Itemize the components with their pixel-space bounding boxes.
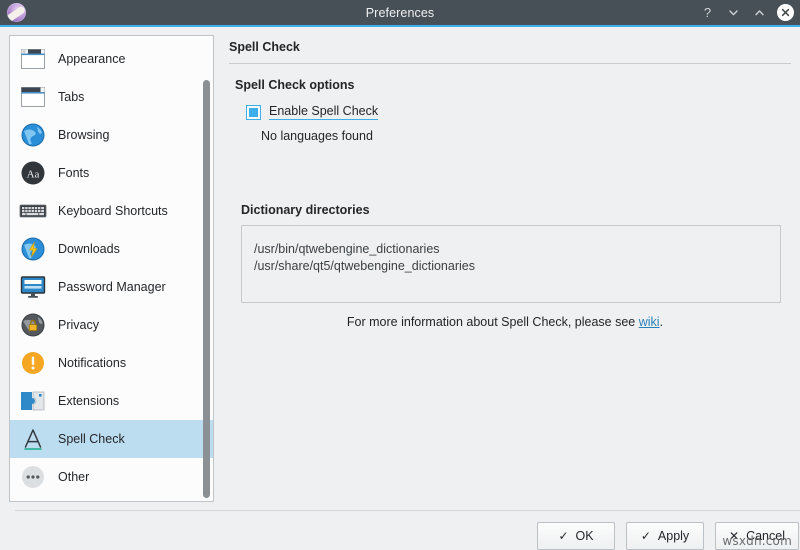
sidebar-item-label: Password Manager — [58, 280, 166, 294]
ok-button-label: OK — [576, 529, 594, 543]
sidebar-item-extensions[interactable]: Extensions — [10, 382, 213, 420]
sidebar-item-label: Other — [58, 470, 89, 484]
dialog-footer: ✓ OK ✓ Apply ✕ Cancel — [0, 510, 800, 550]
sidebar-item-fonts[interactable]: Aa Fonts — [10, 154, 213, 192]
globe-download-icon — [19, 235, 47, 263]
settings-panel: Spell Check Spell Check options Enable S… — [214, 35, 791, 502]
close-icon — [777, 4, 794, 21]
check-icon: ✓ — [641, 530, 651, 542]
info-line: For more information about Spell Check, … — [229, 315, 781, 329]
sidebar-item-label: Appearance — [58, 52, 125, 66]
options-group-title: Spell Check options — [235, 78, 791, 92]
apply-button-label: Apply — [658, 529, 689, 543]
titlebar: Preferences ? — [0, 0, 800, 27]
sidebar-item-label: Extensions — [58, 394, 119, 408]
sidebar-item-password-manager[interactable]: Password Manager — [10, 268, 213, 306]
sidebar-item-appearance[interactable]: Appearance — [10, 40, 213, 78]
enable-spell-check-checkbox[interactable] — [246, 105, 261, 120]
languages-note: No languages found — [261, 129, 791, 143]
help-button[interactable]: ? — [699, 4, 716, 21]
checkbox-check-mark — [249, 108, 258, 117]
wiki-link[interactable]: wiki — [639, 315, 660, 329]
watermark: wsxdn.com — [722, 534, 792, 548]
sidebar-scrollbar[interactable] — [202, 38, 211, 499]
sidebar-item-label: Tabs — [58, 90, 84, 104]
keyboard-icon — [19, 197, 47, 225]
sidebar-item-label: Notifications — [58, 356, 126, 370]
globe-lock-icon — [19, 311, 47, 339]
sidebar-item-keyboard-shortcuts[interactable]: Keyboard Shortcuts — [10, 192, 213, 230]
puzzle-extensions-icon — [19, 387, 47, 415]
info-prefix: For more information about Spell Check, … — [347, 315, 639, 329]
sidebar-item-notifications[interactable]: Notifications — [10, 344, 213, 382]
dialog-buttons: ✓ OK ✓ Apply ✕ Cancel — [15, 522, 800, 550]
preferences-window: Preferences ? — [0, 0, 800, 550]
globe-icon — [19, 121, 47, 149]
font-aa-icon: Aa — [19, 159, 47, 187]
page-title: Spell Check — [229, 40, 791, 54]
dictionary-path: /usr/bin/qtwebengine_dictionaries — [254, 241, 780, 258]
enable-spell-check-row[interactable]: Enable Spell Check — [246, 104, 791, 120]
check-icon: ✓ — [558, 530, 568, 542]
ok-button[interactable]: ✓ OK — [537, 522, 615, 550]
monitor-password-icon — [19, 273, 47, 301]
sidebar-item-label: Browsing — [58, 128, 109, 142]
warning-circle-icon — [19, 349, 47, 377]
sidebar-item-other[interactable]: Other — [10, 458, 213, 496]
dictionary-directories-title: Dictionary directories — [241, 203, 791, 217]
letter-a-icon — [19, 425, 47, 453]
sidebar-item-label: Keyboard Shortcuts — [58, 204, 168, 218]
sidebar-item-downloads[interactable]: Downloads — [10, 230, 213, 268]
sidebar-item-label: Fonts — [58, 166, 89, 180]
window-appearance-icon — [19, 45, 47, 73]
sidebar-item-label: Privacy — [58, 318, 99, 332]
sidebar-item-privacy[interactable]: Privacy — [10, 306, 213, 344]
window-title: Preferences — [0, 6, 800, 20]
svg-text:Aa: Aa — [27, 169, 40, 181]
sidebar-item-label: Downloads — [58, 242, 120, 256]
maximize-button[interactable] — [751, 4, 768, 21]
dictionary-directories-box[interactable]: /usr/bin/qtwebengine_dictionaries /usr/s… — [241, 225, 781, 303]
window-content: Appearance Tabs — [0, 27, 800, 510]
window-controls: ? — [699, 0, 794, 25]
ellipsis-circle-icon — [19, 463, 47, 491]
sidebar-scrollbar-thumb[interactable] — [203, 80, 210, 498]
window-tabs-icon — [19, 83, 47, 111]
apply-button[interactable]: ✓ Apply — [626, 522, 704, 550]
enable-spell-check-label[interactable]: Enable Spell Check — [269, 104, 378, 120]
falkon-logo-icon — [7, 3, 26, 22]
settings-sidebar: Appearance Tabs — [9, 35, 214, 502]
spell-check-panel: Spell Check options Enable Spell Check N… — [229, 64, 791, 502]
sidebar-item-tabs[interactable]: Tabs — [10, 78, 213, 116]
info-suffix: . — [660, 315, 663, 329]
minimize-button[interactable] — [725, 4, 742, 21]
sidebar-item-browsing[interactable]: Browsing — [10, 116, 213, 154]
footer-divider — [15, 510, 800, 511]
sidebar-list: Appearance Tabs — [10, 36, 213, 501]
sidebar-item-label: Spell Check — [58, 432, 125, 446]
dictionary-path: /usr/share/qt5/qtwebengine_dictionaries — [254, 258, 780, 275]
sidebar-item-spell-check[interactable]: Spell Check — [10, 420, 213, 458]
close-button[interactable] — [777, 4, 794, 21]
